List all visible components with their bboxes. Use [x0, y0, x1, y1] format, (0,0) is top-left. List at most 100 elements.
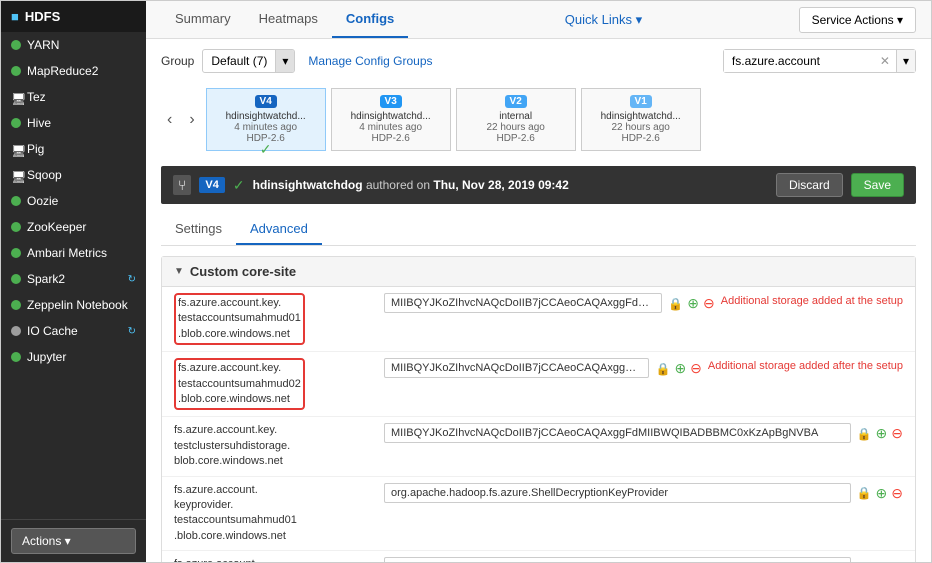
config-value-input-4[interactable]	[384, 557, 851, 562]
sidebar-item-tez[interactable]: 🖥 Tez	[1, 84, 146, 110]
sidebar-item-io-cache[interactable]: IO Cache↻	[1, 318, 146, 344]
version-next-arrow[interactable]: ›	[183, 109, 200, 131]
discard-button[interactable]: Discard	[776, 173, 843, 197]
ambari-metrics-status-icon	[11, 248, 21, 258]
sidebar-item-spark2[interactable]: Spark2 ↻	[1, 266, 146, 292]
spark2-refresh-icon[interactable]: ↻	[128, 274, 136, 285]
version-card-v2[interactable]: V2 internal 22 hours ago HDP-2.6	[456, 88, 576, 151]
remove-icon-4[interactable]: ⊖	[891, 559, 903, 562]
group-select-arrow[interactable]: ▾	[275, 50, 294, 72]
version-checked-icon: ✓	[260, 141, 272, 158]
nav-tabs: Summary Heatmaps Configs	[161, 1, 408, 38]
config-note-1: Additional storage added after the setup	[708, 358, 903, 374]
lock-icon-1[interactable]: 🔒	[655, 362, 670, 376]
version-badge-v1: V1	[630, 95, 652, 108]
current-version-bar: ⑂ V4 ✓ hdinsightwatchdog authored on Thu…	[161, 166, 916, 204]
lock-icon-0[interactable]: 🔒	[668, 297, 683, 311]
add-icon-1[interactable]: ⊕	[674, 360, 686, 377]
remove-icon-0[interactable]: ⊖	[703, 295, 715, 312]
group-select[interactable]: Default (7) ▾	[202, 49, 295, 73]
sidebar-item-label-hive: Hive	[27, 116, 136, 130]
version-time-v4: 4 minutes ago	[217, 122, 315, 133]
config-key-container-3: fs.azure.account.keyprovider.testaccount…	[174, 483, 374, 545]
sidebar-item-jupyter[interactable]: Jupyter	[1, 344, 146, 370]
io-cache-refresh-icon[interactable]: ↻	[128, 326, 136, 337]
version-prev-arrow[interactable]: ‹	[161, 109, 178, 131]
version-check-icon: ✓	[233, 177, 245, 194]
sidebar-item-pig[interactable]: 🖥 Pig	[1, 136, 146, 162]
quick-links[interactable]: Quick Links ▾	[565, 12, 642, 28]
authored-text: hdinsightwatchdog authored on Thu, Nov 2…	[253, 178, 569, 192]
group-row: Group Default (7) ▾ Manage Config Groups…	[161, 49, 916, 73]
remove-icon-1[interactable]: ⊖	[690, 360, 702, 377]
add-icon-2[interactable]: ⊕	[876, 425, 888, 442]
sidebar-item-zeppelin[interactable]: Zeppelin Notebook	[1, 292, 146, 318]
config-key-3: fs.azure.account.keyprovider.testaccount…	[174, 484, 297, 542]
version-card-v1[interactable]: V1 hdinsightwatchd... 22 hours ago HDP-2…	[581, 88, 701, 151]
lock-icon-4[interactable]: 🔒	[857, 561, 872, 562]
sidebar-item-yarn[interactable]: YARN	[1, 32, 146, 58]
sidebar-item-hive[interactable]: Hive	[1, 110, 146, 136]
remove-icon-3[interactable]: ⊖	[891, 485, 903, 502]
group-value: Default (7)	[203, 50, 275, 72]
remove-icon-2[interactable]: ⊖	[891, 425, 903, 442]
config-icons-4: 🔒 ⊕ ⊖	[857, 557, 903, 562]
add-icon-4[interactable]: ⊕	[876, 559, 888, 562]
config-value-input-0[interactable]	[384, 293, 662, 313]
tab-advanced[interactable]: Advanced	[236, 214, 322, 245]
tab-summary[interactable]: Summary	[161, 1, 245, 38]
search-clear-button[interactable]: ✕	[874, 50, 896, 72]
sidebar-item-label-pig: Pig	[27, 142, 136, 156]
config-key-circled-0: fs.azure.account.key.testaccountsumahmud…	[174, 293, 305, 345]
oozie-status-icon	[11, 196, 21, 206]
service-actions-button[interactable]: Service Actions ▾	[799, 7, 916, 33]
sidebar-item-label-sqoop: Sqoop	[27, 168, 136, 182]
sidebar-item-label-tez: Tez	[27, 90, 136, 104]
config-icons-0: 🔒 ⊕ ⊖	[668, 293, 714, 312]
sidebar-item-sqoop[interactable]: 🖥Sqoop	[1, 162, 146, 188]
config-key-container-1: fs.azure.account.key.testaccountsumahmud…	[174, 358, 374, 410]
save-button[interactable]: Save	[851, 173, 904, 197]
add-icon-3[interactable]: ⊕	[876, 485, 888, 502]
config-key-circled-1: fs.azure.account.key.testaccountsumahmud…	[174, 358, 305, 410]
tez-status-icon: 🖥	[11, 92, 21, 102]
lock-icon-3[interactable]: 🔒	[857, 486, 872, 500]
add-icon-0[interactable]: ⊕	[687, 295, 699, 312]
config-icons-2: 🔒 ⊕ ⊖	[857, 423, 903, 442]
config-row-2: fs.azure.account.key.testclustersuhdisto…	[162, 417, 915, 476]
version-time-v2: 22 hours ago	[467, 122, 565, 133]
config-section: ▼ Custom core-site fs.azure.account.key.…	[161, 256, 916, 562]
config-row-4: fs.azure.account.keyprovider 🔒 ⊕ ⊖	[162, 551, 915, 562]
sidebar-item-label-zookeeper: ZooKeeper	[27, 220, 136, 234]
tab-settings[interactable]: Settings	[161, 214, 236, 245]
version-card-v3[interactable]: V3 hdinsightwatchd... 4 minutes ago HDP-…	[331, 88, 451, 151]
config-row-0: fs.azure.account.key.testaccountsumahmud…	[162, 287, 915, 352]
manage-config-groups-link[interactable]: Manage Config Groups	[308, 54, 432, 68]
sidebar-item-label-zeppelin: Zeppelin Notebook	[27, 298, 136, 312]
version-hdp-v2: HDP-2.6	[467, 133, 565, 144]
config-value-input-2[interactable]	[384, 423, 851, 443]
tab-heatmaps[interactable]: Heatmaps	[245, 1, 332, 38]
jupyter-status-icon	[11, 352, 21, 362]
lock-icon-2[interactable]: 🔒	[857, 427, 872, 441]
sidebar-item-label-spark2: Spark2	[27, 272, 122, 286]
sidebar-item-ambari-metrics[interactable]: Ambari Metrics	[1, 240, 146, 266]
version-card-v4[interactable]: V4 hdinsightwatchd... 4 minutes ago HDP-…	[206, 88, 326, 151]
config-section-header[interactable]: ▼ Custom core-site	[162, 257, 915, 287]
sidebar-item-zookeeper[interactable]: ZooKeeper	[1, 214, 146, 240]
top-nav: Summary Heatmaps Configs Quick Links ▾ S…	[146, 1, 931, 39]
config-icons-1: 🔒 ⊕ ⊖	[655, 358, 701, 377]
config-value-input-1[interactable]	[384, 358, 649, 378]
search-dropdown-button[interactable]: ▾	[896, 50, 915, 72]
sidebar-item-label-mapreduce2: MapReduce2	[27, 64, 136, 78]
actions-button[interactable]: Actions ▾	[11, 528, 136, 554]
sidebar-item-mapreduce2[interactable]: MapReduce2	[1, 58, 146, 84]
config-row-1: fs.azure.account.key.testaccountsumahmud…	[162, 352, 915, 417]
pig-status-icon: 🖥	[11, 144, 21, 154]
config-value-input-3[interactable]	[384, 483, 851, 503]
hive-status-icon	[11, 118, 21, 128]
search-input[interactable]	[724, 50, 874, 72]
tab-configs[interactable]: Configs	[332, 1, 408, 38]
io-cache-status-icon	[11, 326, 21, 336]
sidebar-item-oozie[interactable]: Oozie	[1, 188, 146, 214]
